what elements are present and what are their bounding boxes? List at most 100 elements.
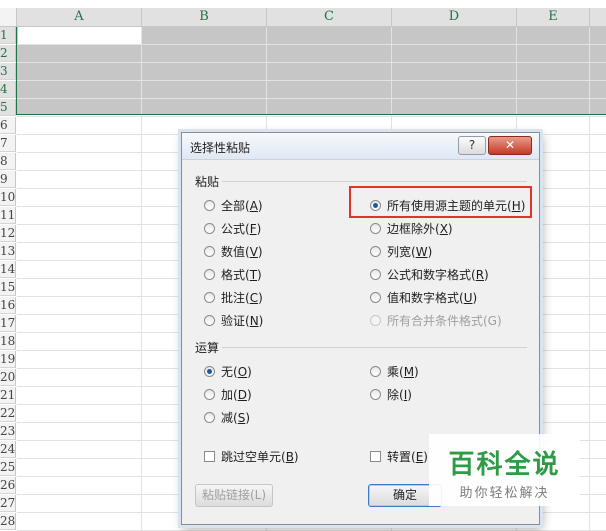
operation-subtract-option[interactable]: 减(S)	[204, 409, 250, 426]
operation-multiply-option[interactable]: 乘(M)	[370, 363, 419, 380]
column-header-c[interactable]: C	[267, 8, 392, 26]
row-header-7[interactable]: 7	[0, 135, 16, 152]
row-header-10[interactable]: 10	[0, 189, 16, 206]
row-header-4[interactable]: 4	[0, 81, 16, 98]
paste-formula-number-option[interactable]: 公式和数字格式(R)	[370, 266, 489, 283]
paste-link-button: 粘贴链接(L)	[195, 484, 273, 507]
row-header-25[interactable]: 25	[0, 459, 16, 476]
radio-icon[interactable]	[370, 223, 381, 234]
row-header-16[interactable]: 16	[0, 297, 16, 314]
option-paren: )	[256, 221, 262, 236]
row-header-22[interactable]: 22	[0, 405, 16, 422]
paste-comments-option[interactable]: 批注(C)	[204, 289, 263, 306]
radio-icon[interactable]	[204, 315, 215, 326]
option-accesskey: X	[439, 221, 448, 236]
column-header-b[interactable]: B	[142, 8, 267, 26]
option-label: 全部(	[221, 199, 250, 213]
paste-col-widths-option[interactable]: 列宽(W)	[370, 243, 432, 260]
row-header-8[interactable]: 8	[0, 153, 16, 170]
radio-icon[interactable]	[204, 412, 215, 423]
select-all-corner[interactable]	[0, 8, 17, 26]
operation-add-option[interactable]: 加(D)	[204, 386, 252, 403]
row-header-21[interactable]: 21	[0, 387, 16, 404]
transpose-checkbox[interactable]: 转置(E)	[370, 448, 428, 465]
column-header-d[interactable]: D	[392, 8, 517, 26]
row-header-1[interactable]: 1	[0, 27, 16, 44]
radio-icon[interactable]	[204, 246, 215, 257]
radio-icon[interactable]	[370, 246, 381, 257]
option-accesskey: T	[249, 267, 258, 282]
column-header-e[interactable]: E	[517, 8, 590, 26]
operation-divide-option[interactable]: 除(I)	[370, 386, 412, 403]
radio-icon[interactable]	[370, 366, 381, 377]
option-accesskey: U	[463, 290, 473, 305]
option-label: 公式(	[221, 222, 250, 236]
option-paren: )	[258, 313, 264, 328]
radio-icon[interactable]	[370, 269, 381, 280]
skip-blanks-checkbox[interactable]: 跳过空单元(B)	[204, 448, 299, 465]
paste-value-number-option[interactable]: 值和数字格式(U)	[370, 289, 477, 306]
option-paren: )	[423, 449, 428, 464]
row-header-19[interactable]: 19	[0, 351, 16, 368]
section-divider	[222, 347, 527, 348]
close-button[interactable]: ✕	[488, 136, 532, 155]
row-header-2[interactable]: 2	[0, 45, 16, 62]
paste-all-option[interactable]: 全部(A)	[204, 197, 263, 214]
option-paren: )	[257, 244, 263, 259]
option-paren: )	[447, 221, 453, 236]
paste-formulas-option[interactable]: 公式(F)	[204, 220, 261, 237]
row-header-28[interactable]: 28	[0, 513, 16, 530]
option-label: 乘(	[387, 365, 404, 379]
option-accesskey: S	[237, 410, 246, 425]
paste-values-option[interactable]: 数值(V)	[204, 243, 263, 260]
row-header-26[interactable]: 26	[0, 477, 16, 494]
option-accesskey: D	[237, 387, 247, 402]
radio-selected-icon[interactable]	[204, 366, 215, 377]
checkbox-icon[interactable]	[204, 451, 215, 462]
radio-icon[interactable]	[204, 200, 215, 211]
row-header-20[interactable]: 20	[0, 369, 16, 386]
option-label: 验证(	[221, 314, 250, 328]
paste-formats-option[interactable]: 格式(T)	[204, 266, 262, 283]
radio-icon[interactable]	[204, 223, 215, 234]
row-header-12[interactable]: 12	[0, 225, 16, 242]
row-header-6[interactable]: 6	[0, 117, 16, 134]
paste-merge-conditional-option: 所有合并条件格式(G)	[370, 312, 502, 329]
paste-validation-option[interactable]: 验证(N)	[204, 312, 263, 329]
highlight-annotation-box	[349, 186, 532, 218]
radio-icon[interactable]	[204, 389, 215, 400]
paste-section-label: 粘贴	[195, 175, 220, 189]
row-header-17[interactable]: 17	[0, 315, 16, 332]
operation-none-option[interactable]: 无(O)	[204, 363, 252, 380]
radio-icon[interactable]	[370, 292, 381, 303]
row-header-11[interactable]: 11	[0, 207, 16, 224]
help-button[interactable]: ?	[458, 136, 486, 155]
option-paren: )	[293, 449, 299, 464]
row-header-27[interactable]: 27	[0, 495, 16, 512]
row-header-23[interactable]: 23	[0, 423, 16, 440]
option-label: 格式(	[221, 268, 250, 282]
row-header-9[interactable]: 9	[0, 171, 16, 188]
radio-icon[interactable]	[204, 292, 215, 303]
dialog-titlebar[interactable]: 选择性粘贴 ? ✕	[182, 133, 539, 160]
paste-no-borders-option[interactable]: 边框除外(X)	[370, 220, 453, 237]
option-label: 列宽(	[387, 245, 416, 259]
row-header-14[interactable]: 14	[0, 261, 16, 278]
column-header-a[interactable]: A	[17, 8, 142, 26]
row-header-13[interactable]: 13	[0, 243, 16, 260]
row-header-3[interactable]: 3	[0, 63, 16, 80]
row-header-5[interactable]: 5	[0, 99, 16, 116]
option-label: 批注(	[221, 291, 250, 305]
checkbox-icon[interactable]	[370, 451, 381, 462]
radio-icon[interactable]	[204, 269, 215, 280]
option-label: 减(	[221, 411, 238, 425]
row-header-15[interactable]: 15	[0, 279, 16, 296]
row-header-18[interactable]: 18	[0, 333, 16, 350]
watermark-subtitle: 助你轻松解决	[459, 486, 550, 501]
radio-icon[interactable]	[370, 389, 381, 400]
row-header-24[interactable]: 24	[0, 441, 16, 458]
selection-border	[16, 26, 606, 115]
option-accesskey: F	[249, 221, 257, 236]
column-header-f[interactable]	[590, 8, 606, 26]
watermark-title: 百科全说	[448, 450, 561, 480]
